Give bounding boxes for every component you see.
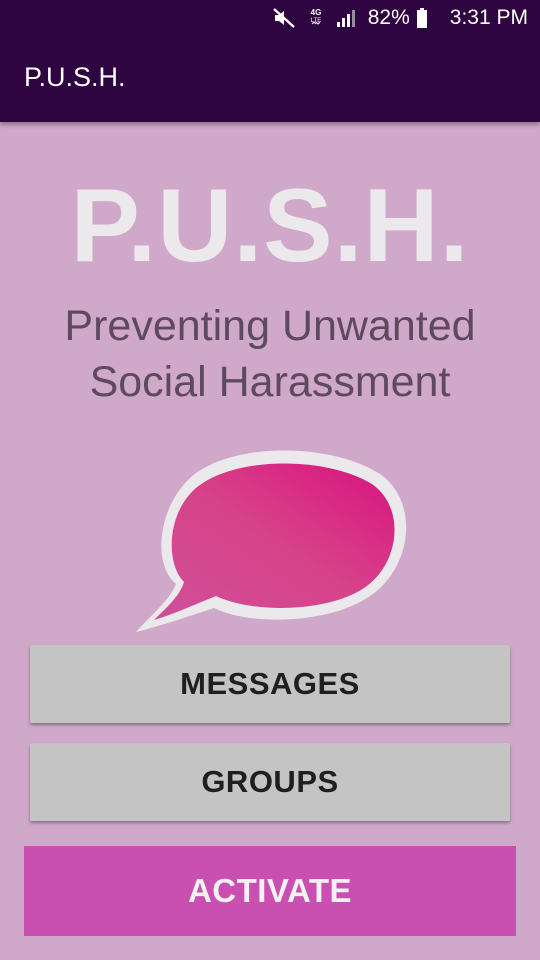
app-title: P.U.S.H. [24,61,126,92]
speech-bubble-icon [130,448,410,636]
app-bar: P.U.S.H. [0,36,540,122]
battery-icon [416,7,428,29]
svg-text:4G: 4G [310,8,321,17]
messages-button[interactable]: MESSAGES [30,645,510,723]
signal-icon [336,8,356,28]
mute-icon [272,7,296,29]
network-icon: 4G LTE [308,7,324,29]
subtitle: Preventing Unwanted Social Harassment [0,298,540,410]
subtitle-line-2: Social Harassment [89,358,451,406]
activate-button[interactable]: ACTIVATE [24,846,516,936]
subtitle-line-1: Preventing Unwanted [64,302,476,350]
hero-title: P.U.S.H. [70,168,470,284]
clock: 3:31 PM [449,6,528,29]
status-bar: 4G LTE 82% 3:31 PM [0,0,540,36]
battery-percent: 82% [367,6,410,29]
groups-button[interactable]: GROUPS [30,743,510,821]
